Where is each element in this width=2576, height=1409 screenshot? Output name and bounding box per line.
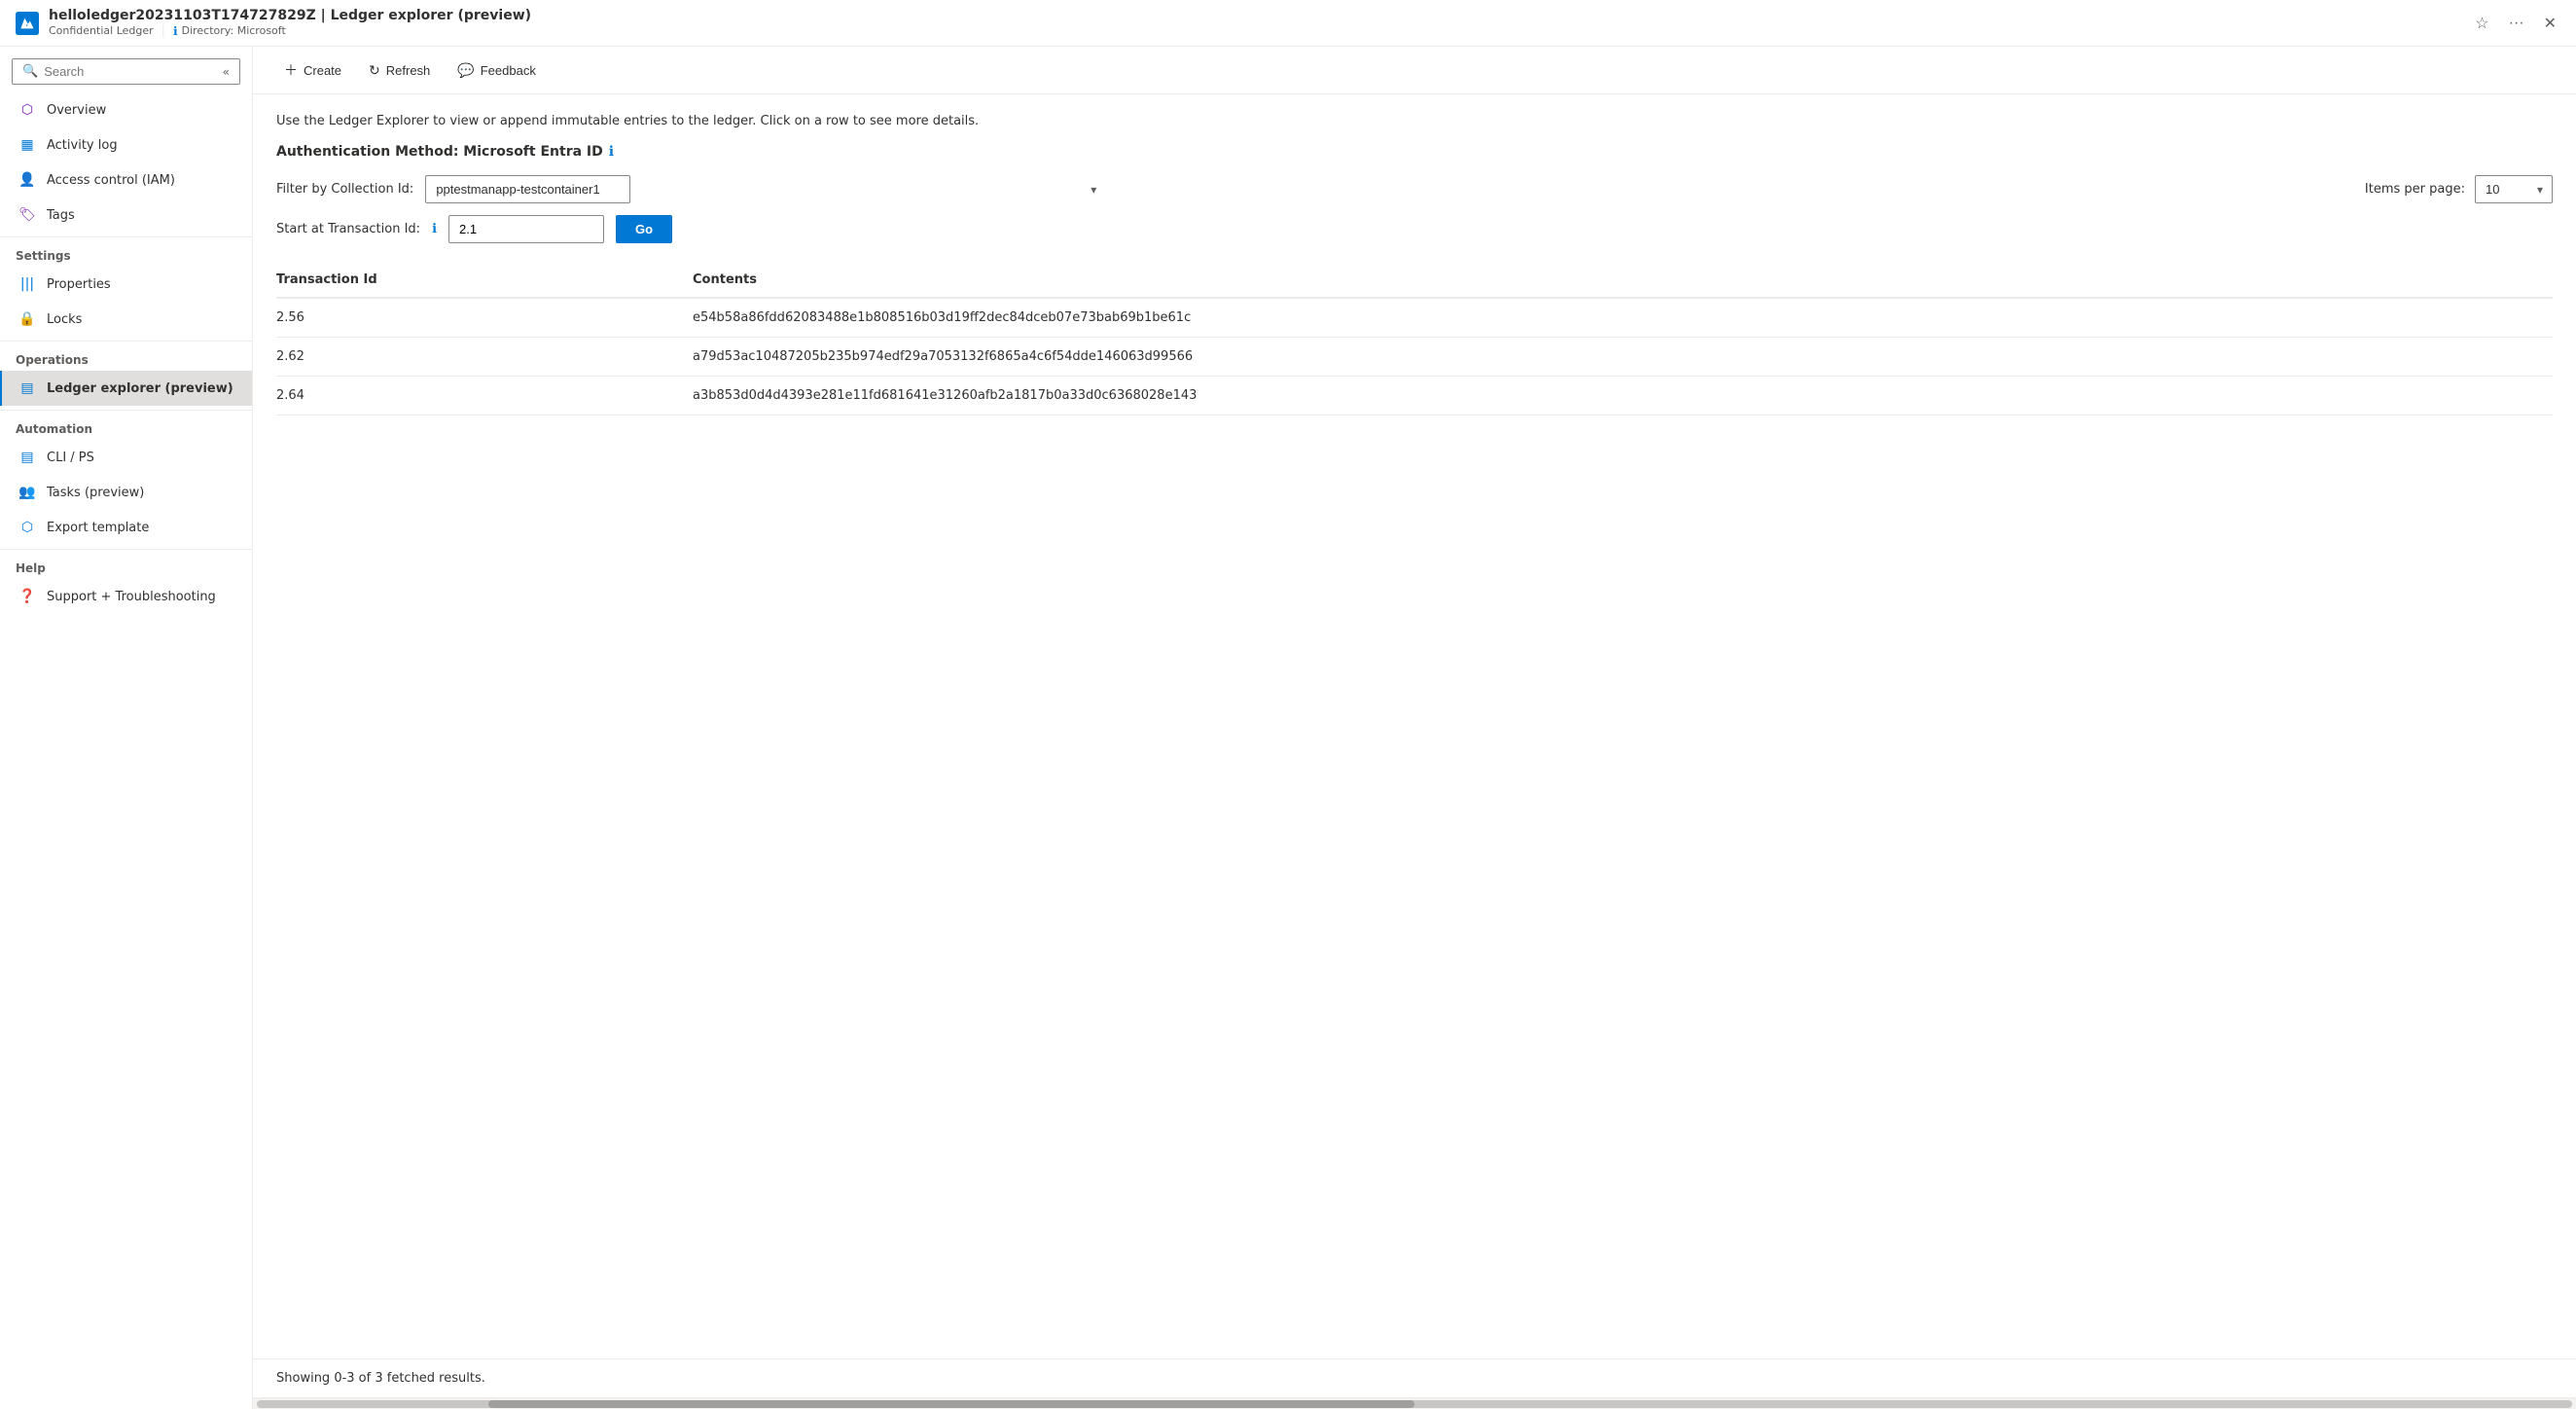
col-header-contents: Contents <box>693 263 2553 298</box>
main-content: ＋ Create ↻ Refresh 💬 Feedback Use the Le… <box>253 47 2576 1409</box>
items-per-page-wrap: Items per page: 10 25 50 100 ▾ <box>2365 175 2553 203</box>
auth-method-label: Authentication Method: Microsoft Entra I… <box>276 144 2553 160</box>
cell-txn-id: 2.62 <box>276 338 693 377</box>
sidebar-item-support[interactable]: ❓ Support + Troubleshooting <box>0 579 252 614</box>
page-title: helloledger20231103T174727829Z | Ledger … <box>49 8 2471 23</box>
sidebar-item-export-template[interactable]: ⬡ Export template <box>0 510 252 545</box>
tags-icon: 🏷 <box>18 205 37 225</box>
items-per-page-select[interactable]: 10 25 50 100 <box>2475 175 2553 203</box>
collection-filter-wrap: pptestmanapp-testcontainer1 ▾ <box>425 175 1106 203</box>
filter-row: Filter by Collection Id: pptestmanapp-te… <box>276 175 2553 203</box>
content-description: Use the Ledger Explorer to view or appen… <box>276 114 2553 128</box>
status-text: Showing 0-3 of 3 fetched results. <box>276 1371 485 1386</box>
more-button[interactable]: ··· <box>2505 11 2528 36</box>
refresh-button[interactable]: ↻ Refresh <box>357 56 442 85</box>
cli-icon: ▤ <box>18 448 37 467</box>
txn-info-icon[interactable]: ℹ <box>432 222 437 236</box>
sidebar-item-label: Tasks (preview) <box>47 486 144 500</box>
transaction-id-input[interactable] <box>448 215 604 243</box>
sidebar-item-label: Properties <box>47 277 111 292</box>
settings-header: Settings <box>0 236 252 267</box>
iam-icon: 👤 <box>18 170 37 190</box>
locks-icon: 🔒 <box>18 309 37 329</box>
filter-label: Filter by Collection Id: <box>276 182 413 197</box>
table-row[interactable]: 2.64a3b853d0d4d4393e281e11fd681641e31260… <box>276 377 2553 415</box>
col-header-txn-id: Transaction Id <box>276 263 693 298</box>
feedback-button[interactable]: 💬 Feedback <box>446 56 548 85</box>
transaction-id-row: Start at Transaction Id: ℹ Go <box>276 215 2553 243</box>
sidebar-item-tasks[interactable]: 👥 Tasks (preview) <box>0 475 252 510</box>
feedback-icon: 💬 <box>457 62 474 79</box>
azure-icon <box>16 12 39 35</box>
go-button[interactable]: Go <box>616 215 672 243</box>
automation-header: Automation <box>0 410 252 440</box>
operations-header: Operations <box>0 341 252 371</box>
service-label: Confidential Ledger <box>49 24 154 37</box>
search-input[interactable] <box>44 64 222 79</box>
cell-contents: a3b853d0d4d4393e281e11fd681641e31260afb2… <box>693 377 2553 415</box>
favorite-button[interactable]: ☆ <box>2471 10 2492 37</box>
help-header: Help <box>0 549 252 579</box>
sidebar-item-tags[interactable]: 🏷 Tags <box>0 198 252 233</box>
sidebar-item-label: Tags <box>47 208 75 223</box>
subtitle-row: Confidential Ledger | ℹ Directory: Micro… <box>49 23 2471 38</box>
scrollbar-thumb[interactable] <box>488 1400 1414 1408</box>
close-button[interactable]: ✕ <box>2540 10 2560 37</box>
filter-select-chevron: ▾ <box>1091 183 1096 197</box>
sidebar-item-locks[interactable]: 🔒 Locks <box>0 302 252 337</box>
cell-txn-id: 2.56 <box>276 298 693 338</box>
export-icon: ⬡ <box>18 518 37 537</box>
sidebar-item-properties[interactable]: ||| Properties <box>0 267 252 302</box>
title-bar: helloledger20231103T174727829Z | Ledger … <box>0 0 2576 47</box>
items-per-page-select-wrap: 10 25 50 100 ▾ <box>2475 175 2553 203</box>
cell-contents: e54b58a86fdd62083488e1b808516b03d19ff2de… <box>693 298 2553 338</box>
sidebar-item-label: Export template <box>47 521 149 535</box>
sidebar: 🔍 « ⬡ Overview ▦ Activity log 👤 Access c… <box>0 47 253 1409</box>
sidebar-item-activity-log[interactable]: ▦ Activity log <box>0 127 252 163</box>
support-icon: ❓ <box>18 587 37 606</box>
scrollbar-track <box>257 1400 2572 1408</box>
sidebar-item-label: Activity log <box>47 138 118 153</box>
status-bar: Showing 0-3 of 3 fetched results. <box>253 1358 2576 1397</box>
sidebar-item-overview[interactable]: ⬡ Overview <box>0 92 252 127</box>
sidebar-item-label: Ledger explorer (preview) <box>47 381 233 396</box>
search-icon: 🔍 <box>22 64 38 79</box>
sidebar-item-ledger-explorer[interactable]: ▤ Ledger explorer (preview) <box>0 371 252 406</box>
refresh-label: Refresh <box>386 63 431 78</box>
cell-contents: a79d53ac10487205b235b974edf29a7053132f68… <box>693 338 2553 377</box>
auth-info-icon[interactable]: ℹ <box>609 144 614 160</box>
toolbar: ＋ Create ↻ Refresh 💬 Feedback <box>253 47 2576 94</box>
sidebar-item-cli-ps[interactable]: ▤ CLI / PS <box>0 440 252 475</box>
cell-txn-id: 2.64 <box>276 377 693 415</box>
sidebar-item-label: Support + Troubleshooting <box>47 590 216 604</box>
info-icon: ℹ <box>173 24 178 38</box>
items-per-page-label: Items per page: <box>2365 182 2465 197</box>
content-area: Use the Ledger Explorer to view or appen… <box>253 94 2576 1358</box>
sidebar-item-label: CLI / PS <box>47 451 94 465</box>
create-label: Create <box>304 63 341 78</box>
tasks-icon: 👥 <box>18 483 37 502</box>
table-row[interactable]: 2.62a79d53ac10487205b235b974edf29a705313… <box>276 338 2553 377</box>
txn-id-label: Start at Transaction Id: <box>276 222 420 236</box>
sidebar-item-label: Overview <box>47 103 106 118</box>
sidebar-item-access-control[interactable]: 👤 Access control (IAM) <box>0 163 252 198</box>
collapse-sidebar-button[interactable]: « <box>223 65 230 79</box>
activity-log-icon: ▦ <box>18 135 37 155</box>
ledger-explorer-icon: ▤ <box>18 379 37 398</box>
horizontal-scrollbar[interactable] <box>253 1397 2576 1409</box>
create-button[interactable]: ＋ Create <box>272 54 353 86</box>
collection-filter-select[interactable]: pptestmanapp-testcontainer1 <box>425 175 630 203</box>
ledger-table: Transaction Id Contents 2.56e54b58a86fdd… <box>276 263 2553 415</box>
search-bar[interactable]: 🔍 « <box>12 58 240 85</box>
create-icon: ＋ <box>284 60 298 80</box>
refresh-icon: ↻ <box>369 62 380 79</box>
directory-label: Directory: Microsoft <box>182 24 286 37</box>
overview-icon: ⬡ <box>18 100 37 120</box>
table-row[interactable]: 2.56e54b58a86fdd62083488e1b808516b03d19f… <box>276 298 2553 338</box>
feedback-label: Feedback <box>481 63 536 78</box>
properties-icon: ||| <box>18 274 37 294</box>
sidebar-item-label: Locks <box>47 312 82 327</box>
sidebar-item-label: Access control (IAM) <box>47 173 175 188</box>
